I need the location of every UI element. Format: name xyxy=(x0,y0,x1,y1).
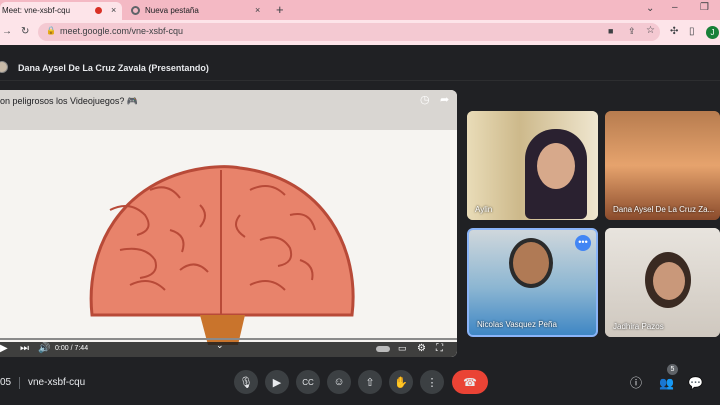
tab-title: Nueva pestaña xyxy=(145,6,199,15)
captions-icon: CC xyxy=(302,377,314,387)
tab-title: Meet: vne-xsbf-cqu xyxy=(2,6,71,15)
avatar xyxy=(0,61,8,73)
chat-icon[interactable]: 💬 xyxy=(688,377,703,389)
more-options-button[interactable]: ⋮ xyxy=(420,370,444,394)
participant-tile[interactable]: Dana Aysel De La Cruz Za... xyxy=(605,111,720,220)
sidebar-icon[interactable]: ▯ xyxy=(689,27,695,37)
reactions-button[interactable]: ☺ xyxy=(327,370,351,394)
meeting-code: vne-xsbf-cqu xyxy=(28,377,86,388)
bookmark-star-icon[interactable]: ☆ xyxy=(646,26,655,36)
participant-name: Jadhira Pazos xyxy=(613,322,664,331)
share-icon[interactable]: ⇪ xyxy=(628,27,636,36)
forward-icon[interactable]: → xyxy=(2,27,12,37)
emoji-icon: ☺ xyxy=(333,376,345,388)
more-options-icon[interactable]: ••• xyxy=(575,235,591,251)
meet-window: Dana Aysel De La Cruz Zavala (Presentand… xyxy=(0,45,720,405)
microphone-icon: 🎙 xyxy=(239,376,253,389)
participant-name: Dana Aysel De La Cruz Za... xyxy=(613,205,715,214)
autoplay-toggle[interactable] xyxy=(376,346,390,352)
volume-icon[interactable]: 🔊 xyxy=(38,344,50,354)
participant-name: Nicolas Vasquez Peña xyxy=(477,320,557,329)
participant-name: Aylin xyxy=(475,205,493,214)
present-button[interactable]: ⇧ xyxy=(358,370,382,394)
captions-icon[interactable]: ▭ xyxy=(398,344,407,353)
microphone-button[interactable]: 🎙 xyxy=(234,370,258,394)
video-frame xyxy=(0,90,457,357)
watch-later-icon[interactable]: ◷ xyxy=(420,95,430,106)
participant-count-badge: 5 xyxy=(667,364,678,375)
hand-icon: ✋ xyxy=(394,376,408,389)
maximize-icon[interactable]: ❐ xyxy=(700,3,709,13)
video-time: 0:00 / 7:44 xyxy=(55,345,89,352)
chrome-icon xyxy=(131,6,140,15)
reload-icon[interactable]: ↻ xyxy=(21,27,29,37)
profile-avatar[interactable]: J xyxy=(706,26,719,39)
leave-call-button[interactable]: ☎ xyxy=(452,370,488,394)
next-icon[interactable]: ⏭ xyxy=(20,344,29,354)
new-tab-button[interactable]: + xyxy=(276,3,284,16)
omnibox[interactable]: 🔒 meet.google.com/vne-xsbf-cqu ■ ⇪ ☆ xyxy=(38,23,660,41)
close-tab-button[interactable]: × xyxy=(255,5,260,15)
browser-tab-strip: Meet: vne-xsbf-cqu × Nueva pestaña × + ⌄… xyxy=(0,0,720,20)
hangup-icon: ☎ xyxy=(463,376,477,389)
fullscreen-icon[interactable]: ⛶ xyxy=(436,344,443,354)
meeting-controls: 05 vne-xsbf-cqu 🎙 ▶ CC ☺ ⇧ ✋ ⋮ ☎ ⓘ 👥 5 💬 xyxy=(0,362,720,405)
info-icon[interactable]: ⓘ xyxy=(630,377,642,389)
video-title: on peligrosos los Videojuegos? 🎮 xyxy=(0,96,139,106)
close-tab-button[interactable]: × xyxy=(111,5,116,15)
shared-screen[interactable]: on peligrosos los Videojuegos? 🎮 ◷ ➦ ▶ ⏭… xyxy=(0,90,457,357)
more-vert-icon: ⋮ xyxy=(426,376,438,389)
address-bar: → ↻ 🔒 meet.google.com/vne-xsbf-cqu ■ ⇪ ☆… xyxy=(0,20,720,45)
extensions-icon[interactable]: ✣ xyxy=(670,27,678,37)
lock-icon: 🔒 xyxy=(46,26,56,35)
participant-tile[interactable]: Aylin xyxy=(467,111,598,220)
minimize-icon[interactable]: – xyxy=(672,3,678,13)
tab-new-tab[interactable]: Nueva pestaña × xyxy=(128,2,268,20)
camera-button[interactable]: ▶ xyxy=(265,370,289,394)
share-icon[interactable]: ➦ xyxy=(440,95,449,106)
divider xyxy=(19,377,20,389)
recording-dot-icon xyxy=(95,7,102,14)
people-icon[interactable]: 👥 xyxy=(659,377,674,389)
camera-icon: ▶ xyxy=(272,376,282,389)
presenter-bar: Dana Aysel De La Cruz Zavala (Presentand… xyxy=(0,45,720,81)
chevron-down-icon[interactable]: ⌄ xyxy=(216,341,224,350)
participant-tile[interactable]: ••• Nicolas Vasquez Peña xyxy=(467,228,598,337)
tab-search-icon[interactable]: ⌄ xyxy=(646,4,654,14)
captions-button[interactable]: CC xyxy=(296,370,320,394)
settings-icon[interactable]: ⚙ xyxy=(417,344,426,354)
meeting-time: 05 xyxy=(0,377,12,388)
tab-meet[interactable]: Meet: vne-xsbf-cqu × xyxy=(0,2,122,20)
present-icon: ⇧ xyxy=(365,376,375,389)
camera-icon[interactable]: ■ xyxy=(608,27,613,36)
presenter-label: Dana Aysel De La Cruz Zavala (Presentand… xyxy=(18,63,209,73)
participant-tile[interactable]: Jadhira Pazos xyxy=(605,228,720,337)
url-text[interactable]: meet.google.com/vne-xsbf-cqu xyxy=(60,26,183,36)
raise-hand-button[interactable]: ✋ xyxy=(389,370,413,394)
play-icon[interactable]: ▶ xyxy=(0,344,8,354)
